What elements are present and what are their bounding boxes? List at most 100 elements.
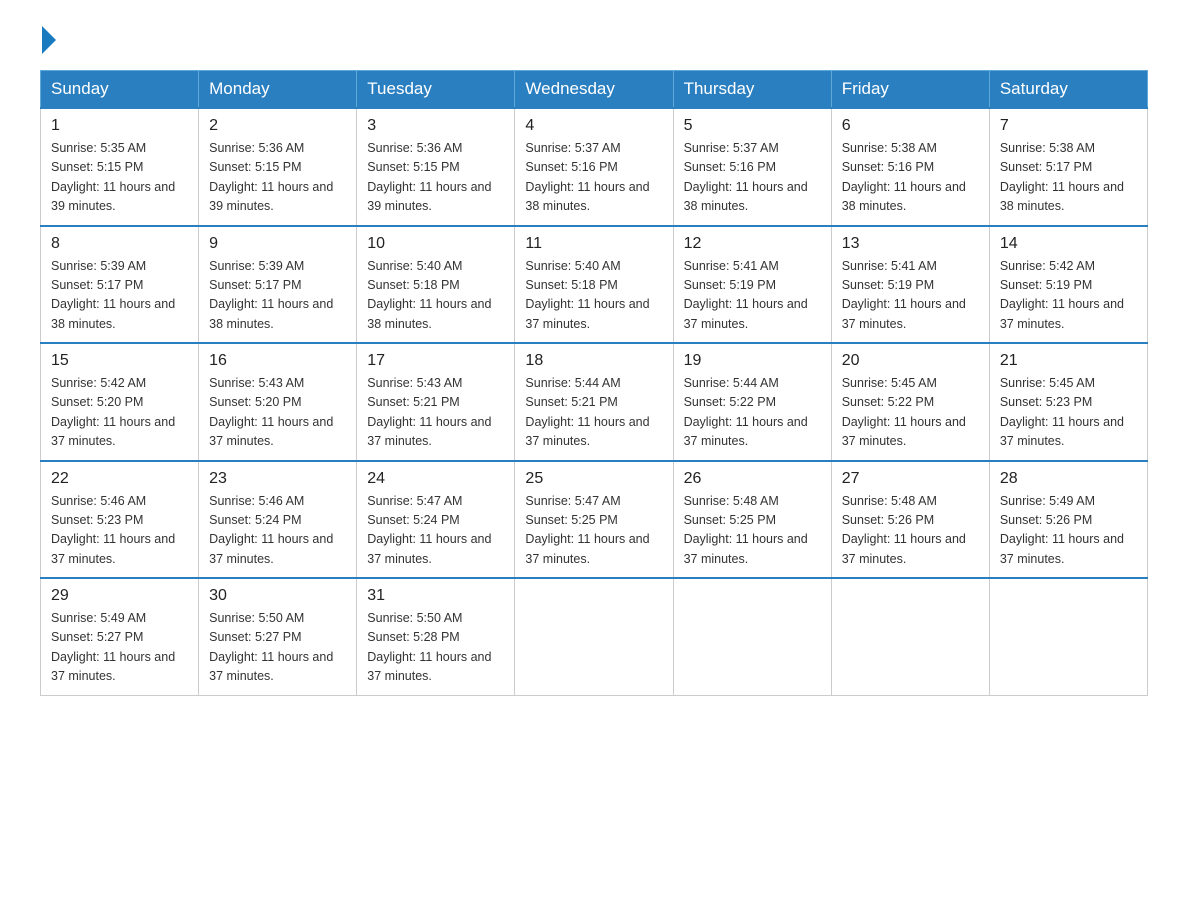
daylight-label: Daylight: 11 hours and 37 minutes. — [525, 532, 649, 565]
sunrise-label: Sunrise: 5:44 AM — [684, 376, 779, 390]
daylight-label: Daylight: 11 hours and 38 minutes. — [684, 180, 808, 213]
day-number: 16 — [209, 352, 346, 370]
sunset-label: Sunset: 5:16 PM — [842, 160, 934, 174]
day-number: 9 — [209, 235, 346, 253]
day-info: Sunrise: 5:44 AM Sunset: 5:22 PM Dayligh… — [684, 374, 821, 452]
sunset-label: Sunset: 5:25 PM — [684, 513, 776, 527]
daylight-label: Daylight: 11 hours and 38 minutes. — [842, 180, 966, 213]
day-number: 3 — [367, 117, 504, 135]
sunrise-label: Sunrise: 5:48 AM — [842, 494, 937, 508]
daylight-label: Daylight: 11 hours and 37 minutes. — [51, 650, 175, 683]
day-number: 26 — [684, 470, 821, 488]
day-info: Sunrise: 5:45 AM Sunset: 5:23 PM Dayligh… — [1000, 374, 1137, 452]
daylight-label: Daylight: 11 hours and 37 minutes. — [209, 415, 333, 448]
daylight-label: Daylight: 11 hours and 38 minutes. — [51, 297, 175, 330]
day-info: Sunrise: 5:47 AM Sunset: 5:25 PM Dayligh… — [525, 492, 662, 570]
sunset-label: Sunset: 5:28 PM — [367, 630, 459, 644]
day-info: Sunrise: 5:36 AM Sunset: 5:15 PM Dayligh… — [209, 139, 346, 217]
page-header — [40, 30, 1148, 50]
day-number: 1 — [51, 117, 188, 135]
day-info: Sunrise: 5:50 AM Sunset: 5:28 PM Dayligh… — [367, 609, 504, 687]
sunset-label: Sunset: 5:18 PM — [525, 278, 617, 292]
table-row: 31 Sunrise: 5:50 AM Sunset: 5:28 PM Dayl… — [357, 578, 515, 695]
daylight-label: Daylight: 11 hours and 38 minutes. — [1000, 180, 1124, 213]
table-row: 22 Sunrise: 5:46 AM Sunset: 5:23 PM Dayl… — [41, 461, 199, 579]
sunset-label: Sunset: 5:19 PM — [842, 278, 934, 292]
sunset-label: Sunset: 5:15 PM — [51, 160, 143, 174]
sunset-label: Sunset: 5:25 PM — [525, 513, 617, 527]
calendar-header-row: SundayMondayTuesdayWednesdayThursdayFrid… — [41, 71, 1148, 109]
table-row: 13 Sunrise: 5:41 AM Sunset: 5:19 PM Dayl… — [831, 226, 989, 344]
daylight-label: Daylight: 11 hours and 38 minutes. — [209, 297, 333, 330]
daylight-label: Daylight: 11 hours and 37 minutes. — [684, 297, 808, 330]
daylight-label: Daylight: 11 hours and 37 minutes. — [684, 532, 808, 565]
week-row-2: 8 Sunrise: 5:39 AM Sunset: 5:17 PM Dayli… — [41, 226, 1148, 344]
sunset-label: Sunset: 5:15 PM — [367, 160, 459, 174]
sunrise-label: Sunrise: 5:50 AM — [367, 611, 462, 625]
sunrise-label: Sunrise: 5:42 AM — [51, 376, 146, 390]
day-info: Sunrise: 5:44 AM Sunset: 5:21 PM Dayligh… — [525, 374, 662, 452]
sunrise-label: Sunrise: 5:35 AM — [51, 141, 146, 155]
table-row: 25 Sunrise: 5:47 AM Sunset: 5:25 PM Dayl… — [515, 461, 673, 579]
daylight-label: Daylight: 11 hours and 37 minutes. — [51, 415, 175, 448]
daylight-label: Daylight: 11 hours and 37 minutes. — [842, 297, 966, 330]
sunset-label: Sunset: 5:20 PM — [209, 395, 301, 409]
table-row: 10 Sunrise: 5:40 AM Sunset: 5:18 PM Dayl… — [357, 226, 515, 344]
sunrise-label: Sunrise: 5:36 AM — [209, 141, 304, 155]
sunset-label: Sunset: 5:27 PM — [209, 630, 301, 644]
daylight-label: Daylight: 11 hours and 38 minutes. — [525, 180, 649, 213]
table-row: 23 Sunrise: 5:46 AM Sunset: 5:24 PM Dayl… — [199, 461, 357, 579]
week-row-5: 29 Sunrise: 5:49 AM Sunset: 5:27 PM Dayl… — [41, 578, 1148, 695]
day-info: Sunrise: 5:48 AM Sunset: 5:25 PM Dayligh… — [684, 492, 821, 570]
day-info: Sunrise: 5:43 AM Sunset: 5:21 PM Dayligh… — [367, 374, 504, 452]
day-info: Sunrise: 5:50 AM Sunset: 5:27 PM Dayligh… — [209, 609, 346, 687]
table-row: 11 Sunrise: 5:40 AM Sunset: 5:18 PM Dayl… — [515, 226, 673, 344]
day-info: Sunrise: 5:41 AM Sunset: 5:19 PM Dayligh… — [684, 257, 821, 335]
day-number: 30 — [209, 587, 346, 605]
sunrise-label: Sunrise: 5:46 AM — [209, 494, 304, 508]
day-number: 20 — [842, 352, 979, 370]
day-info: Sunrise: 5:40 AM Sunset: 5:18 PM Dayligh… — [367, 257, 504, 335]
sunrise-label: Sunrise: 5:50 AM — [209, 611, 304, 625]
sunset-label: Sunset: 5:17 PM — [209, 278, 301, 292]
table-row — [515, 578, 673, 695]
week-row-4: 22 Sunrise: 5:46 AM Sunset: 5:23 PM Dayl… — [41, 461, 1148, 579]
daylight-label: Daylight: 11 hours and 38 minutes. — [367, 297, 491, 330]
logo-triangle-icon — [42, 26, 56, 54]
sunrise-label: Sunrise: 5:47 AM — [525, 494, 620, 508]
calendar-header-saturday: Saturday — [989, 71, 1147, 109]
logo — [40, 30, 56, 50]
day-number: 18 — [525, 352, 662, 370]
sunset-label: Sunset: 5:26 PM — [842, 513, 934, 527]
sunrise-label: Sunrise: 5:43 AM — [209, 376, 304, 390]
sunset-label: Sunset: 5:27 PM — [51, 630, 143, 644]
calendar-header-tuesday: Tuesday — [357, 71, 515, 109]
sunrise-label: Sunrise: 5:45 AM — [1000, 376, 1095, 390]
sunset-label: Sunset: 5:22 PM — [684, 395, 776, 409]
day-info: Sunrise: 5:40 AM Sunset: 5:18 PM Dayligh… — [525, 257, 662, 335]
day-number: 4 — [525, 117, 662, 135]
sunset-label: Sunset: 5:15 PM — [209, 160, 301, 174]
table-row: 5 Sunrise: 5:37 AM Sunset: 5:16 PM Dayli… — [673, 108, 831, 226]
day-info: Sunrise: 5:37 AM Sunset: 5:16 PM Dayligh… — [525, 139, 662, 217]
daylight-label: Daylight: 11 hours and 39 minutes. — [367, 180, 491, 213]
daylight-label: Daylight: 11 hours and 37 minutes. — [209, 650, 333, 683]
sunrise-label: Sunrise: 5:44 AM — [525, 376, 620, 390]
day-info: Sunrise: 5:49 AM Sunset: 5:27 PM Dayligh… — [51, 609, 188, 687]
sunset-label: Sunset: 5:23 PM — [1000, 395, 1092, 409]
day-number: 19 — [684, 352, 821, 370]
day-number: 11 — [525, 235, 662, 253]
table-row: 27 Sunrise: 5:48 AM Sunset: 5:26 PM Dayl… — [831, 461, 989, 579]
sunset-label: Sunset: 5:24 PM — [209, 513, 301, 527]
day-info: Sunrise: 5:48 AM Sunset: 5:26 PM Dayligh… — [842, 492, 979, 570]
day-number: 12 — [684, 235, 821, 253]
calendar-table: SundayMondayTuesdayWednesdayThursdayFrid… — [40, 70, 1148, 696]
sunrise-label: Sunrise: 5:41 AM — [684, 259, 779, 273]
table-row: 26 Sunrise: 5:48 AM Sunset: 5:25 PM Dayl… — [673, 461, 831, 579]
day-number: 31 — [367, 587, 504, 605]
day-number: 14 — [1000, 235, 1137, 253]
day-number: 6 — [842, 117, 979, 135]
table-row: 16 Sunrise: 5:43 AM Sunset: 5:20 PM Dayl… — [199, 343, 357, 461]
table-row: 20 Sunrise: 5:45 AM Sunset: 5:22 PM Dayl… — [831, 343, 989, 461]
day-number: 24 — [367, 470, 504, 488]
